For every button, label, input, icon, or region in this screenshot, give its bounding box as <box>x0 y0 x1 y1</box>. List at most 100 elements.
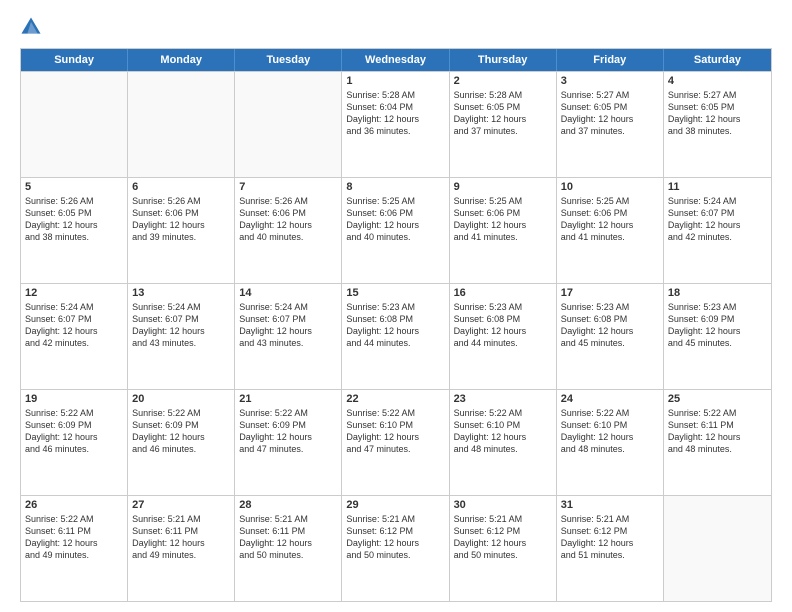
day-number: 24 <box>561 393 659 405</box>
calendar-cell: 25 Sunrise: 5:22 AM Sunset: 6:11 PM Dayli… <box>664 390 771 495</box>
calendar-cell: 1Sunrise: 5:28 AM Sunset: 6:04 PM Daylig… <box>342 72 449 177</box>
cell-content: Sunrise: 5:25 AM Sunset: 6:06 PM Dayligh… <box>346 195 444 244</box>
day-number: 4 <box>668 75 767 87</box>
calendar-cell: 15Sunrise: 5:23 AM Sunset: 6:08 PM Dayli… <box>342 284 449 389</box>
cell-content: Sunrise: 5:23 AM Sunset: 6:09 PM Dayligh… <box>668 301 767 350</box>
calendar-cell: 26 Sunrise: 5:22 AM Sunset: 6:11 PM Dayli… <box>21 496 128 601</box>
cell-content: Sunrise: 5:21 AM Sunset: 6:12 PM Dayligh… <box>561 513 659 562</box>
cell-content: Sunrise: 5:21 AM Sunset: 6:11 PM Dayligh… <box>239 513 337 562</box>
calendar-cell: 3Sunrise: 5:27 AM Sunset: 6:05 PM Daylig… <box>557 72 664 177</box>
calendar-cell: 23 Sunrise: 5:22 AM Sunset: 6:10 PM Dayli… <box>450 390 557 495</box>
day-number: 31 <box>561 499 659 511</box>
cell-content: Sunrise: 5:24 AM Sunset: 6:07 PM Dayligh… <box>132 301 230 350</box>
cell-content: Sunrise: 5:24 AM Sunset: 6:07 PM Dayligh… <box>25 301 123 350</box>
calendar: SundayMondayTuesdayWednesdayThursdayFrid… <box>20 48 772 602</box>
calendar-cell: 4 Sunrise: 5:27 AM Sunset: 6:05 PM Daylig… <box>664 72 771 177</box>
calendar-cell: 5 Sunrise: 5:26 AM Sunset: 6:05 PM Daylig… <box>21 178 128 283</box>
calendar-cell: 30Sunrise: 5:21 AM Sunset: 6:12 PM Dayli… <box>450 496 557 601</box>
calendar-cell: 27 Sunrise: 5:21 AM Sunset: 6:11 PM Dayli… <box>128 496 235 601</box>
day-number: 1 <box>346 75 444 87</box>
calendar-cell: 22 Sunrise: 5:22 AM Sunset: 6:10 PM Dayli… <box>342 390 449 495</box>
cell-content: Sunrise: 5:22 AM Sunset: 6:11 PM Dayligh… <box>668 407 767 456</box>
day-number: 13 <box>132 287 230 299</box>
logo-icon <box>20 16 42 38</box>
calendar-header-day: Saturday <box>664 49 771 71</box>
calendar-row: 1Sunrise: 5:28 AM Sunset: 6:04 PM Daylig… <box>21 71 771 177</box>
day-number: 8 <box>346 181 444 193</box>
cell-content: Sunrise: 5:23 AM Sunset: 6:08 PM Dayligh… <box>454 301 552 350</box>
calendar-cell: 9 Sunrise: 5:25 AM Sunset: 6:06 PM Daylig… <box>450 178 557 283</box>
calendar-cell: 18 Sunrise: 5:23 AM Sunset: 6:09 PM Dayli… <box>664 284 771 389</box>
cell-content: Sunrise: 5:22 AM Sunset: 6:09 PM Dayligh… <box>239 407 337 456</box>
calendar-cell <box>21 72 128 177</box>
cell-content: Sunrise: 5:22 AM Sunset: 6:09 PM Dayligh… <box>132 407 230 456</box>
cell-content: Sunrise: 5:21 AM Sunset: 6:11 PM Dayligh… <box>132 513 230 562</box>
calendar-row: 12 Sunrise: 5:24 AM Sunset: 6:07 PM Dayli… <box>21 283 771 389</box>
day-number: 20 <box>132 393 230 405</box>
calendar-cell: 16 Sunrise: 5:23 AM Sunset: 6:08 PM Dayli… <box>450 284 557 389</box>
day-number: 3 <box>561 75 659 87</box>
calendar-header: SundayMondayTuesdayWednesdayThursdayFrid… <box>21 49 771 71</box>
day-number: 26 <box>25 499 123 511</box>
day-number: 29 <box>346 499 444 511</box>
day-number: 30 <box>454 499 552 511</box>
day-number: 25 <box>668 393 767 405</box>
calendar-header-day: Tuesday <box>235 49 342 71</box>
cell-content: Sunrise: 5:26 AM Sunset: 6:06 PM Dayligh… <box>239 195 337 244</box>
day-number: 14 <box>239 287 337 299</box>
calendar-header-day: Wednesday <box>342 49 449 71</box>
cell-content: Sunrise: 5:22 AM Sunset: 6:10 PM Dayligh… <box>561 407 659 456</box>
cell-content: Sunrise: 5:25 AM Sunset: 6:06 PM Dayligh… <box>454 195 552 244</box>
calendar-cell: 6 Sunrise: 5:26 AM Sunset: 6:06 PM Daylig… <box>128 178 235 283</box>
cell-content: Sunrise: 5:27 AM Sunset: 6:05 PM Dayligh… <box>668 89 767 138</box>
calendar-row: 5 Sunrise: 5:26 AM Sunset: 6:05 PM Daylig… <box>21 177 771 283</box>
calendar-cell: 14 Sunrise: 5:24 AM Sunset: 6:07 PM Dayli… <box>235 284 342 389</box>
cell-content: Sunrise: 5:26 AM Sunset: 6:06 PM Dayligh… <box>132 195 230 244</box>
calendar-cell: 11 Sunrise: 5:24 AM Sunset: 6:07 PM Dayli… <box>664 178 771 283</box>
day-number: 11 <box>668 181 767 193</box>
calendar-body: 1Sunrise: 5:28 AM Sunset: 6:04 PM Daylig… <box>21 71 771 601</box>
day-number: 12 <box>25 287 123 299</box>
calendar-cell: 7Sunrise: 5:26 AM Sunset: 6:06 PM Daylig… <box>235 178 342 283</box>
day-number: 28 <box>239 499 337 511</box>
calendar-cell: 21 Sunrise: 5:22 AM Sunset: 6:09 PM Dayli… <box>235 390 342 495</box>
cell-content: Sunrise: 5:22 AM Sunset: 6:10 PM Dayligh… <box>454 407 552 456</box>
day-number: 22 <box>346 393 444 405</box>
calendar-header-day: Thursday <box>450 49 557 71</box>
cell-content: Sunrise: 5:28 AM Sunset: 6:05 PM Dayligh… <box>454 89 552 138</box>
day-number: 5 <box>25 181 123 193</box>
calendar-cell: 20 Sunrise: 5:22 AM Sunset: 6:09 PM Dayli… <box>128 390 235 495</box>
calendar-row: 26 Sunrise: 5:22 AM Sunset: 6:11 PM Dayli… <box>21 495 771 601</box>
calendar-row: 19 Sunrise: 5:22 AM Sunset: 6:09 PM Dayli… <box>21 389 771 495</box>
calendar-cell: 17 Sunrise: 5:23 AM Sunset: 6:08 PM Dayli… <box>557 284 664 389</box>
logo <box>20 16 46 38</box>
cell-content: Sunrise: 5:24 AM Sunset: 6:07 PM Dayligh… <box>239 301 337 350</box>
day-number: 15 <box>346 287 444 299</box>
page: SundayMondayTuesdayWednesdayThursdayFrid… <box>0 0 792 612</box>
day-number: 23 <box>454 393 552 405</box>
day-number: 21 <box>239 393 337 405</box>
calendar-cell: 2 Sunrise: 5:28 AM Sunset: 6:05 PM Daylig… <box>450 72 557 177</box>
day-number: 27 <box>132 499 230 511</box>
cell-content: Sunrise: 5:23 AM Sunset: 6:08 PM Dayligh… <box>561 301 659 350</box>
cell-content: Sunrise: 5:26 AM Sunset: 6:05 PM Dayligh… <box>25 195 123 244</box>
calendar-cell: 8 Sunrise: 5:25 AM Sunset: 6:06 PM Daylig… <box>342 178 449 283</box>
cell-content: Sunrise: 5:22 AM Sunset: 6:10 PM Dayligh… <box>346 407 444 456</box>
day-number: 2 <box>454 75 552 87</box>
day-number: 18 <box>668 287 767 299</box>
calendar-cell: 12 Sunrise: 5:24 AM Sunset: 6:07 PM Dayli… <box>21 284 128 389</box>
day-number: 6 <box>132 181 230 193</box>
cell-content: Sunrise: 5:24 AM Sunset: 6:07 PM Dayligh… <box>668 195 767 244</box>
calendar-cell: 10Sunrise: 5:25 AM Sunset: 6:06 PM Dayli… <box>557 178 664 283</box>
cell-content: Sunrise: 5:22 AM Sunset: 6:11 PM Dayligh… <box>25 513 123 562</box>
day-number: 9 <box>454 181 552 193</box>
calendar-header-day: Monday <box>128 49 235 71</box>
calendar-cell: 13 Sunrise: 5:24 AM Sunset: 6:07 PM Dayli… <box>128 284 235 389</box>
calendar-cell: 24 Sunrise: 5:22 AM Sunset: 6:10 PM Dayli… <box>557 390 664 495</box>
calendar-cell: 19Sunrise: 5:22 AM Sunset: 6:09 PM Dayli… <box>21 390 128 495</box>
day-number: 17 <box>561 287 659 299</box>
day-number: 16 <box>454 287 552 299</box>
day-number: 19 <box>25 393 123 405</box>
cell-content: Sunrise: 5:25 AM Sunset: 6:06 PM Dayligh… <box>561 195 659 244</box>
calendar-header-day: Sunday <box>21 49 128 71</box>
